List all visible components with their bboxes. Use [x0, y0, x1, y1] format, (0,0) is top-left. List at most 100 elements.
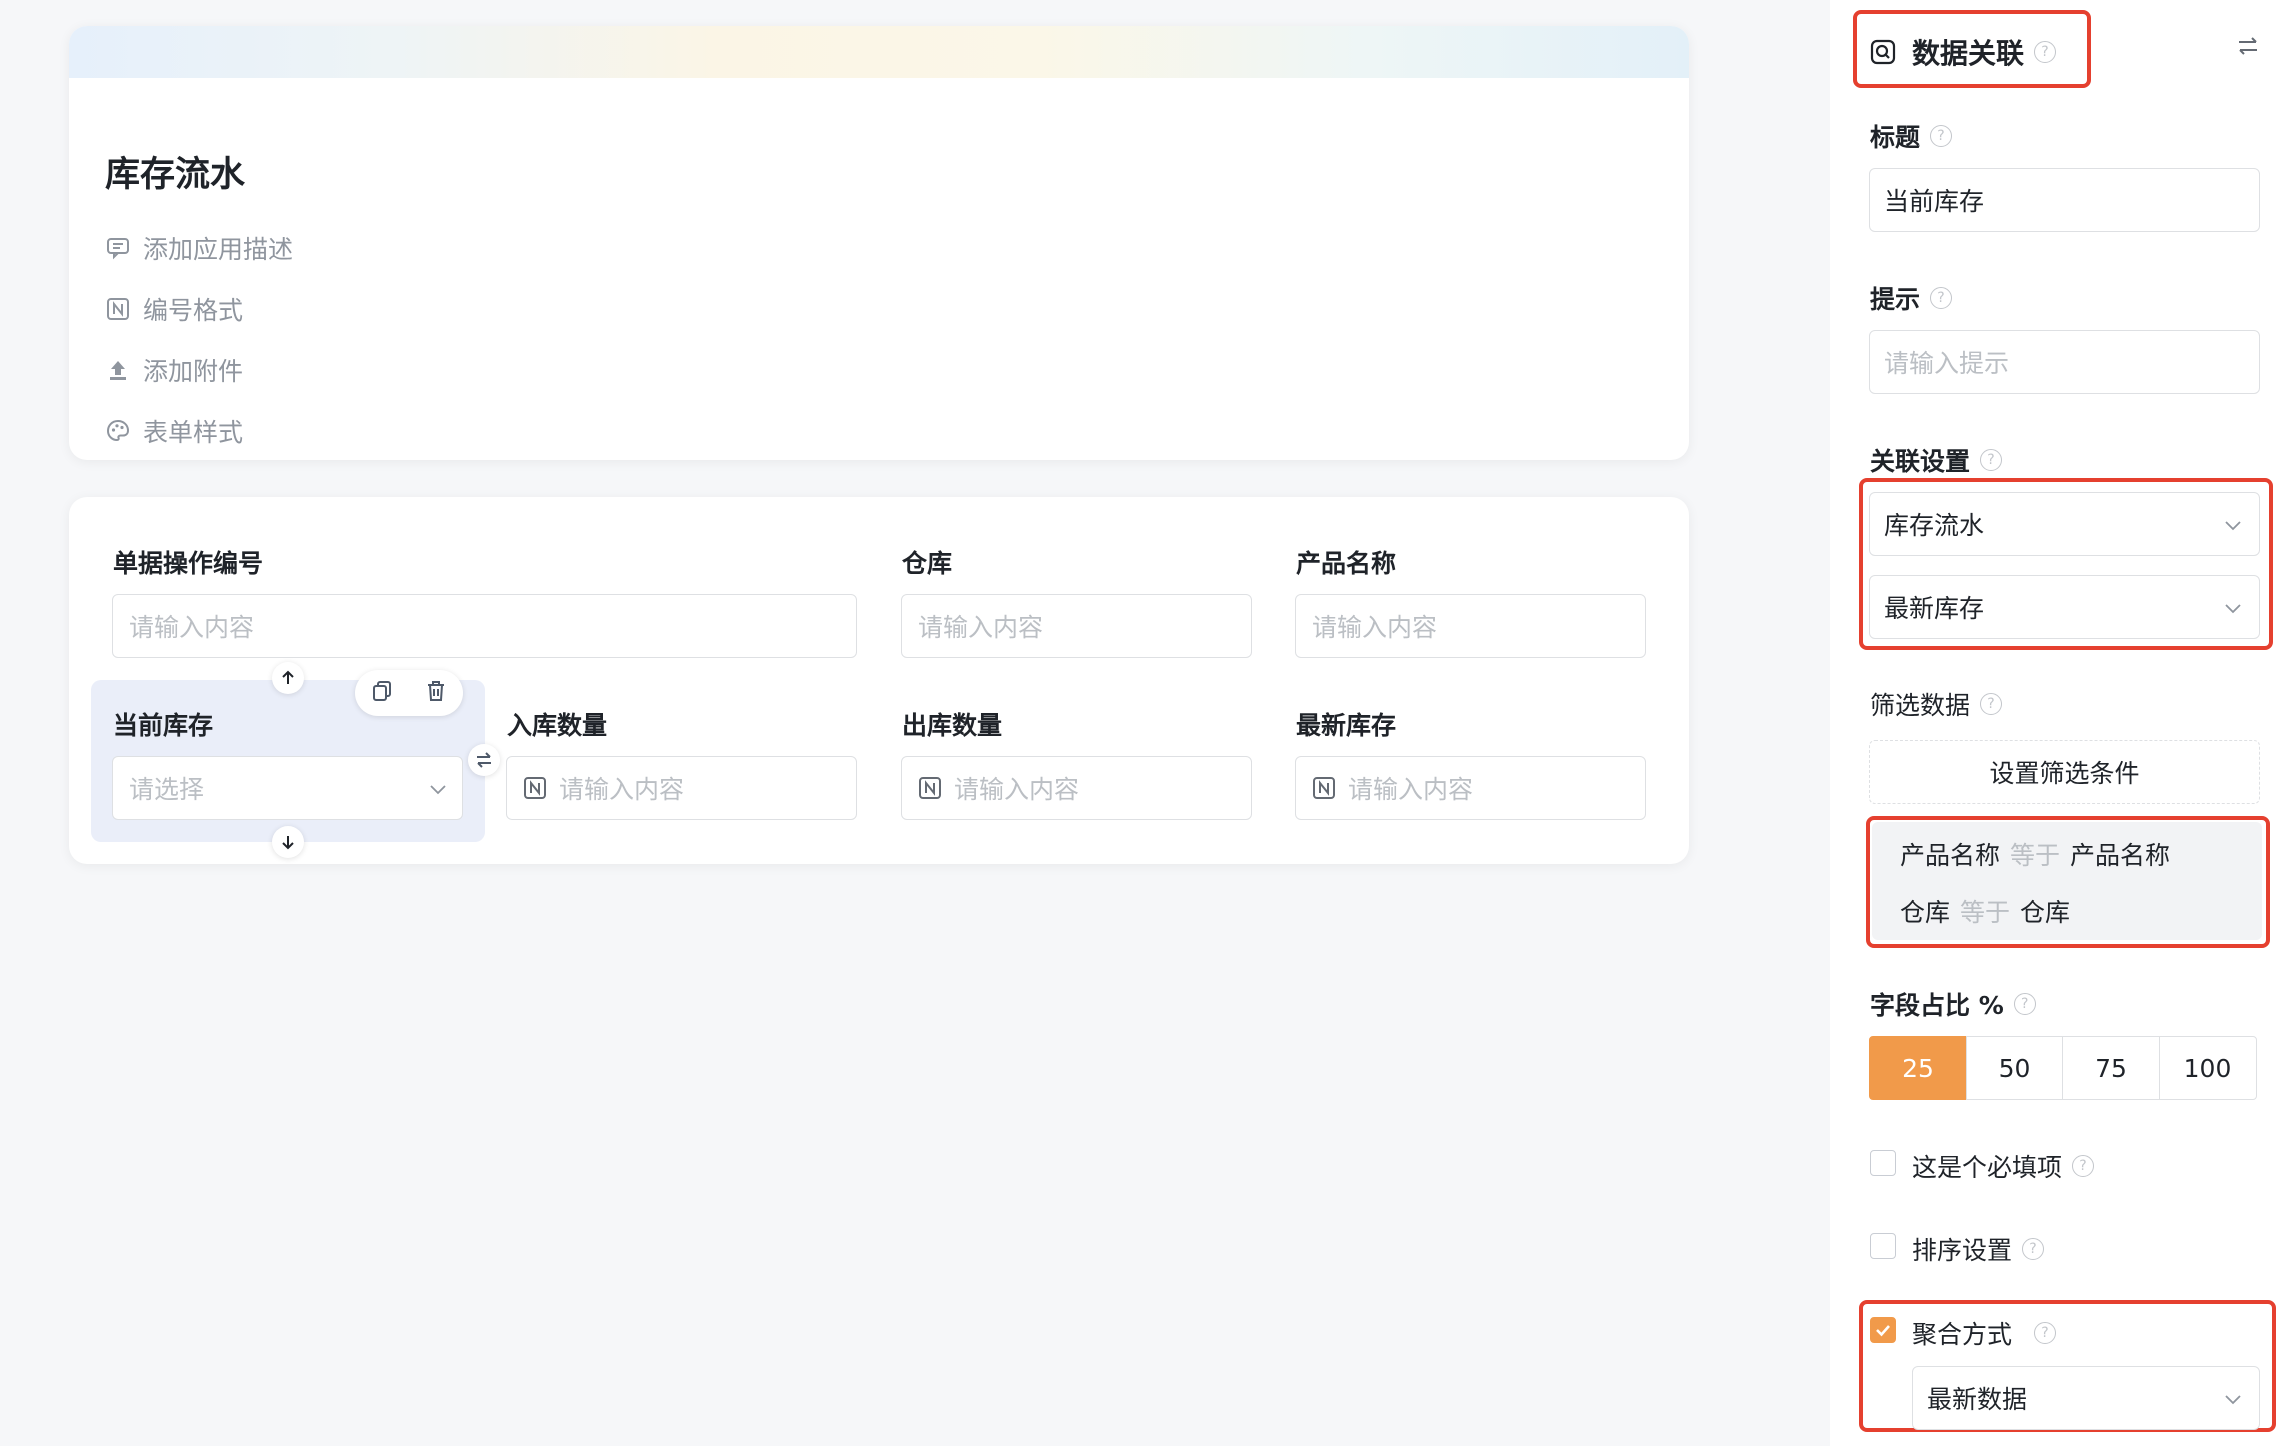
number-field-icon	[524, 777, 546, 799]
current-stock-placeholder: 请选择	[129, 775, 205, 804]
filter-conditions-list[interactable]: 产品名称 等于 产品名称 仓库 等于 仓库	[1872, 822, 2262, 940]
current-stock-select[interactable]: 请选择	[112, 756, 463, 820]
filter-data-label: 筛选数据 ?	[1870, 686, 2003, 722]
product-name-input[interactable]: 请输入内容	[1295, 594, 1646, 658]
add-attachment-link[interactable]: 添加附件	[105, 352, 243, 388]
hint-input[interactable]: 请输入提示	[1869, 330, 2260, 394]
field-action-toolbar	[355, 670, 463, 716]
filter-left-field: 产品名称	[1900, 841, 2001, 870]
filter-data-label-text: 筛选数据	[1870, 691, 1971, 720]
title-input[interactable]: 当前库存	[1869, 168, 2260, 232]
help-icon[interactable]: ?	[2013, 993, 2036, 1015]
relation-field-select[interactable]: 最新库存	[1869, 575, 2260, 639]
outbound-qty-placeholder: 请输入内容	[954, 775, 1080, 804]
data-link-icon	[1870, 39, 1896, 65]
filter-operator: 等于	[2010, 841, 2061, 870]
help-icon[interactable]: ?	[2034, 1322, 2057, 1344]
arrow-down-icon	[282, 836, 294, 850]
number-field-icon	[919, 777, 941, 799]
aggregate-label-text: 聚合方式	[1912, 1320, 2013, 1349]
chevron-down-icon	[430, 785, 446, 795]
filter-right-field: 产品名称	[2070, 841, 2171, 870]
width-option-25[interactable]: 25	[1869, 1036, 1967, 1100]
help-icon[interactable]: ?	[1930, 125, 1953, 147]
sort-settings-checkbox[interactable]	[1870, 1233, 1896, 1259]
app-title[interactable]: 库存流水	[105, 146, 245, 197]
filter-condition-row: 仓库 等于 仓库	[1900, 893, 2070, 929]
field-label-inbound-qty: 入库数量	[507, 711, 608, 740]
field-width-segmented: 25 50 75 100	[1869, 1036, 2257, 1100]
palette-icon	[105, 418, 131, 444]
required-label-text: 这是个必填项	[1912, 1153, 2063, 1182]
swap-icon	[2239, 37, 2257, 55]
title-label: 标题 ?	[1870, 118, 1953, 154]
document-number-input[interactable]: 请输入内容	[112, 594, 857, 658]
copy-icon[interactable]	[370, 679, 394, 707]
swap-width-button[interactable]	[468, 744, 500, 776]
width-option-50[interactable]: 50	[1965, 1036, 2064, 1100]
move-down-button[interactable]	[272, 826, 304, 858]
form-style-label: 表单样式	[143, 418, 244, 447]
field-width-label: 字段占比 % ?	[1870, 986, 2036, 1022]
filter-right-field: 仓库	[2020, 898, 2071, 927]
field-label-product-name: 产品名称	[1296, 549, 1397, 578]
upload-icon	[105, 357, 131, 383]
relation-field-value: 最新库存	[1884, 594, 1985, 623]
filter-left-field: 仓库	[1900, 898, 1951, 927]
required-label: 这是个必填项 ?	[1912, 1148, 2095, 1184]
inbound-qty-placeholder: 请输入内容	[559, 775, 685, 804]
hint-label: 提示 ?	[1870, 280, 1953, 316]
help-icon[interactable]: ?	[2034, 41, 2057, 63]
set-filter-button[interactable]: 设置筛选条件	[1869, 740, 2260, 804]
chevron-down-icon	[2225, 521, 2241, 531]
width-option-100[interactable]: 100	[2158, 1036, 2257, 1100]
help-icon[interactable]: ?	[2022, 1238, 2045, 1260]
delete-icon[interactable]	[424, 679, 448, 707]
sort-settings-label: 排序设置 ?	[1912, 1231, 2045, 1267]
hint-label-text: 提示	[1870, 285, 1921, 314]
panel-header: 数据关联 ?	[1870, 32, 2057, 72]
warehouse-input[interactable]: 请输入内容	[901, 594, 1252, 658]
add-description-link[interactable]: 添加应用描述	[105, 230, 293, 266]
latest-stock-input[interactable]: 请输入内容	[1295, 756, 1646, 820]
chevron-down-icon	[2225, 1395, 2241, 1405]
relation-form-select[interactable]: 库存流水	[1869, 492, 2260, 556]
add-description-label: 添加应用描述	[143, 235, 294, 264]
aggregate-method-select[interactable]: 最新数据	[1912, 1366, 2260, 1430]
required-checkbox[interactable]	[1870, 1150, 1896, 1176]
filter-condition-row: 产品名称 等于 产品名称	[1900, 836, 2170, 872]
aggregate-checkbox[interactable]	[1870, 1317, 1896, 1343]
relation-settings-label-text: 关联设置	[1870, 447, 1971, 476]
help-icon[interactable]: ?	[1980, 449, 2003, 471]
app-header-card: 库存流水 添加应用描述 编号格式 添加附件 表单样式	[69, 26, 1689, 460]
add-attachment-label: 添加附件	[143, 357, 244, 386]
relation-settings-label: 关联设置 ?	[1870, 442, 2003, 478]
comment-icon	[105, 235, 131, 261]
check-icon	[1876, 1325, 1890, 1337]
swap-horizontal-icon	[477, 752, 491, 768]
field-label-outbound-qty: 出库数量	[902, 711, 1003, 740]
help-icon[interactable]: ?	[2072, 1155, 2095, 1177]
inbound-qty-input[interactable]: 请输入内容	[506, 756, 857, 820]
number-format-link[interactable]: 编号格式	[105, 291, 243, 327]
filter-operator: 等于	[1960, 898, 2011, 927]
field-label-latest-stock: 最新库存	[1296, 711, 1397, 740]
arrow-up-icon	[282, 670, 294, 684]
form-style-link[interactable]: 表单样式	[105, 413, 243, 449]
width-option-75[interactable]: 75	[2062, 1036, 2160, 1100]
panel-header-title: 数据关联	[1912, 37, 2025, 70]
number-format-label: 编号格式	[143, 296, 244, 325]
aggregate-label: 聚合方式 ?	[1912, 1315, 2057, 1351]
sort-settings-label-text: 排序设置	[1912, 1236, 2013, 1265]
help-icon[interactable]: ?	[1930, 287, 1953, 309]
field-width-label-text: 字段占比 %	[1870, 991, 2004, 1020]
latest-stock-placeholder: 请输入内容	[1348, 775, 1474, 804]
chevron-down-icon	[2225, 604, 2241, 614]
outbound-qty-input[interactable]: 请输入内容	[901, 756, 1252, 820]
help-icon[interactable]: ?	[1980, 693, 2003, 715]
switch-field-type-button[interactable]	[2236, 34, 2260, 62]
move-up-button[interactable]	[272, 662, 304, 694]
title-label-text: 标题	[1870, 123, 1921, 152]
aggregate-method-value: 最新数据	[1927, 1385, 2028, 1414]
number-field-icon	[1313, 777, 1335, 799]
